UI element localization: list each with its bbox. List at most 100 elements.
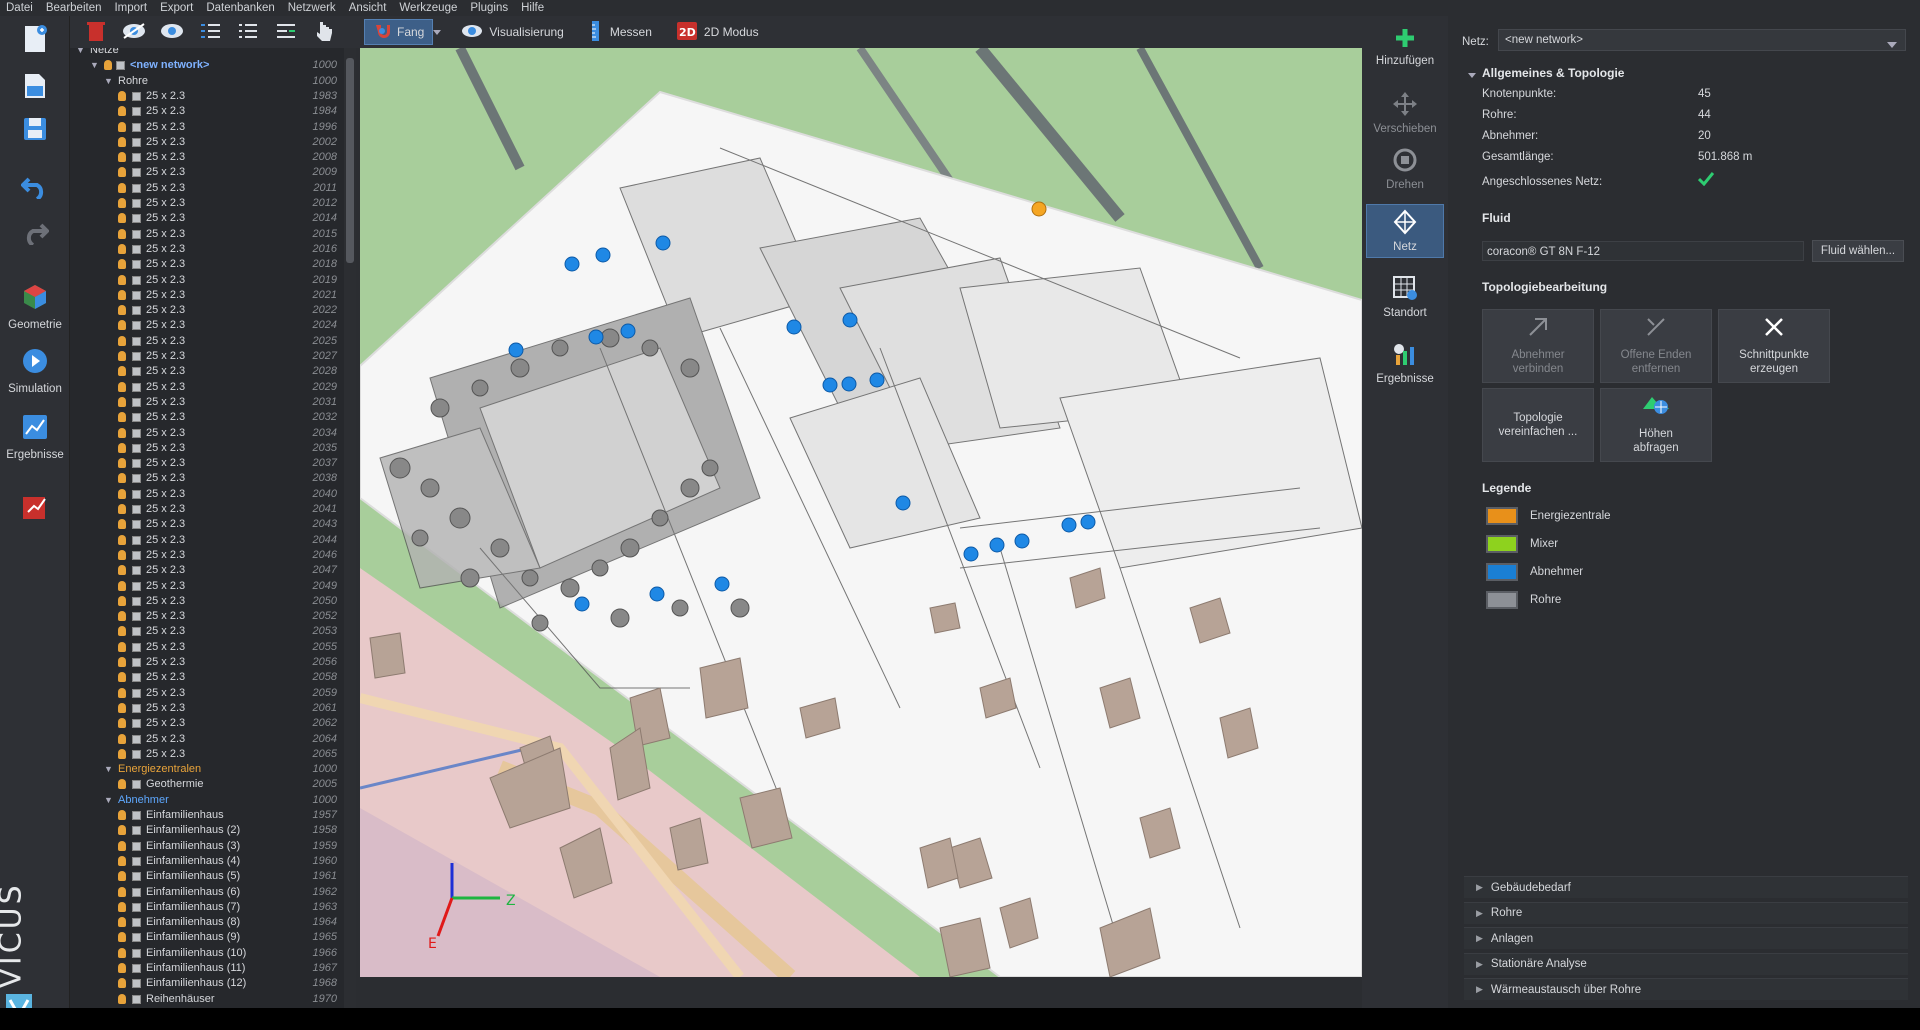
tool-drehen-button[interactable]: Drehen [1366,142,1444,196]
select-checkbox[interactable] [132,413,141,423]
tree-scrollbar[interactable] [344,48,356,1008]
tool-netz-button[interactable]: Netz [1366,204,1444,258]
visibility-bulb-icon[interactable] [118,335,126,346]
tool-ergebnisse-button[interactable]: Ergebnisse [1366,336,1444,390]
select-checkbox[interactable] [132,199,141,208]
tree-pipe-item[interactable]: 25 x 2.3 2034 [70,426,344,441]
menu-item[interactable]: Datei [6,2,33,14]
visibility-bulb-icon[interactable] [118,243,126,254]
visibility-bulb-icon[interactable] [118,840,126,851]
pointer-select-button[interactable] [308,18,340,46]
visibility-bulb-icon[interactable] [118,641,126,652]
tree-pipe-item[interactable]: 25 x 2.3 1984 [70,104,344,119]
visibility-bulb-icon[interactable] [118,901,126,912]
select-checkbox[interactable] [132,596,141,606]
select-checkbox[interactable] [132,443,141,453]
visibility-bulb-icon[interactable] [118,351,126,361]
select-checkbox[interactable] [132,658,141,667]
select-checkbox[interactable] [132,642,141,652]
tree-pipe-item[interactable]: 25 x 2.3 2028 [70,364,344,379]
tree-consumer-item[interactable]: Einfamilienhaus (5) 1961 [70,869,344,884]
tree-pipe-item[interactable]: 25 x 2.3 1983 [70,89,344,104]
delete-button[interactable] [80,18,112,46]
select-checkbox[interactable] [132,336,141,346]
tree-pipe-item[interactable]: 25 x 2.3 2025 [70,334,344,349]
tree-pipe-item[interactable]: 25 x 2.3 2027 [70,349,344,364]
save-icon[interactable] [16,112,54,146]
visibility-bulb-icon[interactable] [118,427,126,438]
tree-pipe-item[interactable]: 25 x 2.3 2019 [70,273,344,288]
visibility-bulb-icon[interactable] [118,152,126,163]
visibility-bulb-icon[interactable] [118,534,126,545]
tree-pipe-item[interactable]: 25 x 2.3 2009 [70,165,344,180]
visibility-bulb-icon[interactable] [118,886,126,897]
visibility-bulb-icon[interactable] [118,672,126,683]
tree-pipe-item[interactable]: 25 x 2.3 2061 [70,701,344,716]
visibility-bulb-icon[interactable] [118,412,126,423]
visibility-bulb-icon[interactable] [118,580,126,591]
visibility-bulb-icon[interactable] [118,488,126,499]
tree-pipe-item[interactable]: 25 x 2.3 2040 [70,487,344,502]
mode-2d-button[interactable]: 2D 2D Modus [668,19,767,45]
select-checkbox[interactable] [132,994,141,1004]
menu-item[interactable]: Export [160,2,193,14]
select-checkbox[interactable] [132,107,141,117]
tree-network[interactable]: ▼ <new network> 1000 [70,58,344,73]
expand-arrow-icon[interactable]: ▼ [104,762,113,777]
list-view-button[interactable] [232,18,264,46]
select-checkbox[interactable] [132,841,141,851]
visibility-bulb-icon[interactable] [118,167,126,178]
select-checkbox[interactable] [132,260,141,270]
tree-pipe-item[interactable]: 25 x 2.3 2022 [70,303,344,318]
tree-pipe-item[interactable]: 25 x 2.3 2049 [70,579,344,594]
select-checkbox[interactable] [132,902,141,912]
select-checkbox[interactable] [132,550,141,560]
tree-pipe-item[interactable]: 25 x 2.3 2044 [70,533,344,548]
select-checkbox[interactable] [132,581,141,591]
visibility-bulb-icon[interactable] [118,748,126,759]
remove-open-ends-button[interactable]: Offene Enden entfernen [1600,309,1712,383]
visibility-bulb-icon[interactable] [118,366,126,377]
legend-swatch[interactable] [1486,535,1518,553]
tree-pipe-item[interactable]: 25 x 2.3 2043 [70,517,344,532]
tree-consumer-item[interactable]: Einfamilienhaus (3) 1959 [70,839,344,854]
expand-arrow-icon[interactable]: ▼ [76,48,85,58]
tree-consumer-item[interactable]: Einfamilienhaus (8) 1964 [70,915,344,930]
visibility-bulb-icon[interactable] [118,121,126,132]
tree-pipe-item[interactable]: 25 x 2.3 2056 [70,655,344,670]
select-checkbox[interactable] [132,229,141,239]
tree-consumer-item[interactable]: Einfamilienhaus (2) 1958 [70,823,344,838]
tree-pipe-item[interactable]: 25 x 2.3 2002 [70,135,344,150]
mode-simulation-button[interactable]: Simulation [2,342,68,406]
select-checkbox[interactable] [132,948,141,958]
select-checkbox[interactable] [132,244,141,254]
tree-pipe-item[interactable]: 25 x 2.3 2059 [70,686,344,701]
tree-pipe-item[interactable]: 25 x 2.3 2052 [70,609,344,624]
visibility-bulb-icon[interactable] [118,549,126,560]
tree-pipe-item[interactable]: 25 x 2.3 2014 [70,211,344,226]
tree-pipe-item[interactable]: 25 x 2.3 2058 [70,670,344,685]
simplify-topology-button[interactable]: Topologie vereinfachen ... [1482,388,1594,462]
visibility-bulb-icon[interactable] [118,687,126,698]
menu-item[interactable]: Import [114,2,147,14]
query-heights-button[interactable]: Höhen abfragen [1600,388,1712,462]
select-checkbox[interactable] [132,826,141,836]
select-checkbox[interactable] [132,703,141,713]
select-checkbox[interactable] [132,719,141,729]
visibility-bulb-icon[interactable] [118,611,126,622]
visibility-bulb-icon[interactable] [118,855,126,866]
tree-pipe-item[interactable]: 25 x 2.3 2065 [70,747,344,762]
visibility-bulb-icon[interactable] [118,442,126,453]
tree-consumer-item[interactable]: Einfamilienhaus (11) 1967 [70,961,344,976]
tree-pipe-item[interactable]: 25 x 2.3 2008 [70,150,344,165]
tree-pipe-item[interactable]: 25 x 2.3 2024 [70,318,344,333]
select-checkbox[interactable] [132,290,141,300]
select-checkbox[interactable] [132,780,141,790]
tree-pipe-item[interactable]: 25 x 2.3 2035 [70,441,344,456]
scene-3d-viewport[interactable]: Z E [360,48,1362,977]
select-checkbox[interactable] [132,673,141,683]
tool-hinzufgen-button[interactable]: Hinzufügen [1366,20,1444,74]
tree-consumer-item[interactable]: Einfamilienhaus (6) 1962 [70,885,344,900]
tree-pipe-item[interactable]: 25 x 2.3 2064 [70,732,344,747]
visibility-bulb-icon[interactable] [118,978,126,989]
